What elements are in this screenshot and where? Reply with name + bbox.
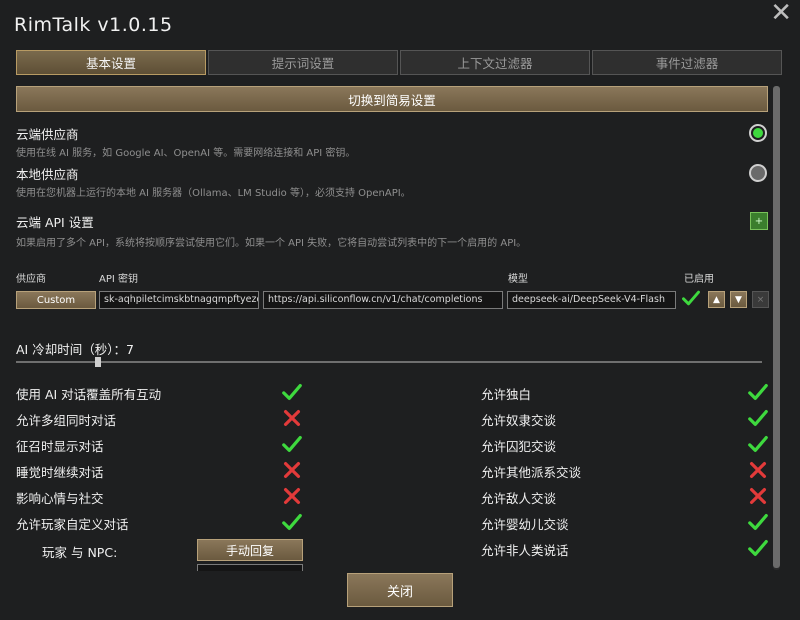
tab-prompt-settings[interactable]: 提示词设置 — [208, 50, 398, 75]
remove-api-button[interactable]: × — [752, 291, 769, 308]
npc-option-field[interactable] — [197, 564, 303, 571]
cross-icon[interactable] — [281, 407, 303, 429]
api-url-field[interactable]: https://api.siliconflow.cn/v1/chat/compl… — [263, 291, 503, 309]
right-option-label: 允许婴幼儿交谈 — [481, 517, 569, 532]
tab-event-filter[interactable]: 事件过滤器 — [592, 50, 782, 75]
left-option-label: 睡觉时继续对话 — [16, 465, 104, 480]
left-option-label: 允许玩家自定义对话 — [16, 517, 129, 532]
cloud-api-settings-title: 云端 API 设置 — [16, 215, 94, 230]
switch-simple-settings-button[interactable]: 切换到简易设置 — [16, 86, 768, 112]
right-option-label: 允许其他派系交谈 — [481, 465, 582, 480]
enabled-checkmark-icon[interactable] — [681, 288, 701, 308]
left-option-label: 使用 AI 对话覆盖所有互动 — [16, 387, 162, 402]
column-enabled: 已启用 — [684, 274, 714, 285]
checkmark-icon[interactable] — [281, 511, 303, 533]
cloud-provider-title: 云端供应商 — [16, 127, 79, 142]
right-option-label: 允许敌人交谈 — [481, 491, 557, 506]
right-option-label: 允许奴隶交谈 — [481, 413, 557, 428]
cooldown-slider-handle[interactable] — [95, 357, 101, 367]
checkmark-icon[interactable] — [747, 433, 769, 455]
close-icon[interactable]: ✕ — [770, 0, 792, 26]
tab-bar: 基本设置 提示词设置 上下文过滤器 事件过滤器 — [16, 50, 782, 75]
column-api-key: API 密钥 — [99, 274, 138, 285]
settings-content: 切换到简易设置 云端供应商 使用在线 AI 服务，如 Google AI、Ope… — [16, 86, 770, 571]
cooldown-label: AI 冷却时间（秒）：7 — [16, 342, 134, 357]
local-provider-radio[interactable] — [749, 164, 767, 182]
left-option-label: 允许多组同时对话 — [16, 413, 117, 428]
move-down-button[interactable]: ▼ — [730, 291, 747, 308]
right-option-label: 允许囚犯交谈 — [481, 439, 557, 454]
cross-icon[interactable] — [281, 485, 303, 507]
cloud-provider-desc: 使用在线 AI 服务，如 Google AI、OpenAI 等。需要网络连接和 … — [16, 148, 356, 159]
settings-window: RimTalk v1.0.15 ✕ 基本设置 提示词设置 上下文过滤器 事件过滤… — [0, 0, 800, 620]
player-npc-label: 玩家 与 NPC: — [42, 545, 118, 560]
tab-basic-settings[interactable]: 基本设置 — [16, 50, 206, 75]
column-provider: 供应商 — [16, 274, 46, 285]
cloud-api-settings-desc: 如果启用了多个 API，系统将按顺序尝试使用它们。如果一个 API 失败，它将自… — [16, 238, 527, 249]
api-key-field[interactable]: sk-aqhpiletcimskbtnagqmpftyezqm — [99, 291, 259, 309]
cross-icon[interactable] — [747, 459, 769, 481]
move-up-button[interactable]: ▲ — [708, 291, 725, 308]
checkmark-icon[interactable] — [281, 433, 303, 455]
right-option-label: 允许非人类说话 — [481, 543, 569, 558]
cooldown-slider-track[interactable] — [16, 361, 762, 363]
cross-icon[interactable] — [747, 485, 769, 507]
checkmark-icon[interactable] — [747, 407, 769, 429]
radio-selected-dot — [753, 128, 763, 138]
close-button[interactable]: 关闭 — [347, 573, 453, 607]
left-option-label: 征召时显示对话 — [16, 439, 104, 454]
checkmark-icon[interactable] — [747, 381, 769, 403]
cloud-provider-radio[interactable] — [749, 124, 767, 142]
manual-reply-button[interactable]: 手动回复 — [197, 539, 303, 561]
provider-dropdown[interactable]: Custom — [16, 291, 96, 309]
checkmark-icon[interactable] — [747, 511, 769, 533]
checkmark-icon[interactable] — [747, 537, 769, 559]
window-title: RimTalk v1.0.15 — [14, 14, 173, 36]
local-provider-title: 本地供应商 — [16, 167, 79, 182]
scrollbar-thumb[interactable] — [773, 86, 780, 568]
model-field[interactable]: deepseek-ai/DeepSeek-V4-Flash — [507, 291, 676, 309]
checkmark-icon[interactable] — [281, 381, 303, 403]
column-model: 模型 — [508, 274, 528, 285]
left-option-label: 影响心情与社交 — [16, 491, 104, 506]
add-api-button[interactable]: + — [750, 212, 768, 230]
content-scrollbar[interactable] — [773, 86, 780, 570]
right-option-label: 允许独白 — [481, 387, 532, 402]
local-provider-desc: 使用在您机器上运行的本地 AI 服务器（Ollama、LM Studio 等），… — [16, 188, 411, 199]
tab-context-filter[interactable]: 上下文过滤器 — [400, 50, 590, 75]
cross-icon[interactable] — [281, 459, 303, 481]
